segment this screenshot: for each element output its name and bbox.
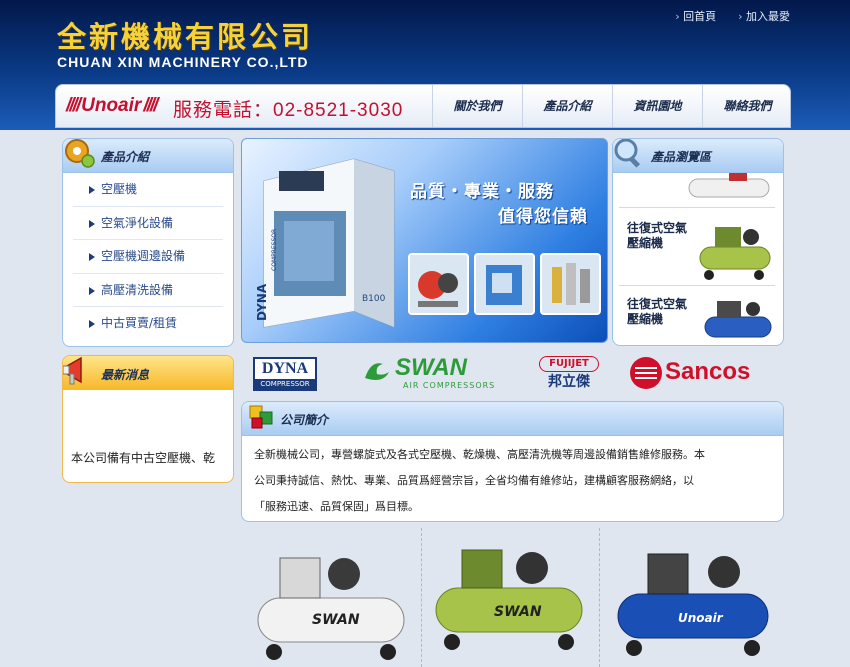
nav-products[interactable]: 產品介紹: [522, 85, 612, 127]
browse-card-1-label: 往復式空氣壓縮機: [627, 221, 688, 250]
dyna-label: DYNA: [255, 283, 269, 321]
dyna-sub-label: COMPRESSOR: [271, 229, 278, 271]
add-favorite-link[interactable]: 加入最愛: [738, 8, 790, 24]
intro-line-1: 全新機械公司，專營螺旋式及各式空壓機、乾燥機、高壓清洗機等周邊設備銷售維修服務。…: [254, 448, 705, 461]
dyna-logo-sub: COMPRESSOR: [255, 379, 315, 389]
company-intro-text: 全新機械公司，專營螺旋式及各式空壓機、乾燥機、高壓清洗機等周邊設備銷售維修服務。…: [242, 436, 783, 521]
browse-card-1[interactable]: 往復式空氣壓縮機: [619, 211, 775, 286]
swan-bird-icon: [365, 363, 389, 380]
company-intro-box: 公司簡介 全新機械公司，專營螺旋式及各式空壓機、乾燥機、高壓清洗機等周邊設備銷售…: [241, 401, 784, 522]
top-links: 回首頁 加入最愛: [675, 8, 790, 24]
intro-line-2: 公司秉持誠信、熱忱、專業、品質爲經營宗旨，全省均備有維修站，建構顧客服務網絡，以: [254, 474, 694, 487]
product-tile-3[interactable]: Unoair: [604, 528, 782, 667]
fujijet-logo-text: FUJIJET: [539, 356, 599, 372]
nav-menu: 關於我們 產品介紹 資訊園地 聯絡我們: [432, 85, 792, 127]
banner-tagline-2: 值得您信賴: [498, 207, 588, 227]
products-menu-title: 產品介紹: [101, 150, 150, 164]
product-2-brand: SWAN: [494, 604, 542, 620]
intro-line-3: 「服務迅速、品質保固」爲目標。: [254, 500, 419, 513]
browse-card-2[interactable]: 往復式空氣壓縮機: [619, 291, 775, 345]
product-browse-box: 產品瀏覽區 往復式空氣壓縮機 往復式空氣壓縮機: [612, 138, 784, 346]
cubes-icon: [249, 405, 273, 429]
menu-item-peripheral[interactable]: 空壓機週邊設備: [73, 240, 223, 274]
white-compressor-image: SWAN: [257, 557, 405, 660]
sancos-logo-text: Sancos: [665, 358, 751, 385]
compressor-image: DYNA COMPRESSOR B100: [255, 158, 395, 328]
news-text[interactable]: 本公司備有中古空壓機、乾: [71, 449, 215, 466]
product-browse-title: 產品瀏覽區: [651, 150, 712, 164]
compressor-tank-image: [688, 173, 770, 198]
banner-thumb-3[interactable]: [540, 253, 601, 315]
dryer-unit-icon: [486, 265, 522, 305]
banner-thumb-1[interactable]: [408, 253, 469, 315]
company-name-en: CHUAN XIN MACHINERY CO.,LTD: [57, 54, 309, 70]
menu-item-used-rental[interactable]: 中古買賣/租賃: [73, 307, 223, 341]
swan-logo-text: SWAN: [395, 354, 467, 381]
product-3-brand: Unoair: [678, 611, 724, 625]
company-intro-header: 公司簡介: [242, 402, 783, 436]
hero-banner: DYNA COMPRESSOR B100 品質・專業・服務 值得您信賴: [241, 138, 608, 343]
product-1-brand: SWAN: [312, 612, 360, 628]
swan-logo[interactable]: SWAN AIR COMPRESSORS: [361, 354, 501, 394]
blue-compressor-tank-image: Unoair: [617, 553, 769, 656]
menu-item-air-compressor[interactable]: 空壓機: [73, 173, 223, 207]
news-header: 最新消息: [63, 356, 233, 390]
sancos-emblem-icon: [630, 357, 662, 389]
dyna-logo[interactable]: DYNA COMPRESSOR: [253, 357, 317, 391]
fujijet-logo-cn: 邦立傑: [548, 374, 590, 390]
news-box: 最新消息 本公司備有中古空壓機、乾: [62, 355, 234, 483]
menu-item-high-pressure-cleaning[interactable]: 高壓清洗設備: [73, 274, 223, 307]
company-intro-title: 公司簡介: [280, 413, 329, 427]
product-tile-1[interactable]: SWAN: [244, 528, 422, 667]
product-browse-header: 產品瀏覽區: [613, 139, 783, 173]
service-phone: 服務電話：02-8521-3030: [173, 100, 404, 121]
browse-card-partial[interactable]: [619, 173, 775, 208]
gear-icon: [65, 139, 95, 168]
home-link[interactable]: 回首頁: [675, 8, 716, 24]
company-name-cn: 全新機械有限公司: [57, 20, 314, 54]
dyna-logo-text: DYNA: [261, 360, 309, 377]
model-label: B100: [362, 294, 386, 304]
magnifier-icon: [614, 139, 641, 168]
compressor-pump-icon: [418, 271, 458, 307]
main-navbar: ////Unoair//// 服務電話：02-8521-3030 關於我們 產品…: [55, 84, 791, 128]
fujijet-logo[interactable]: FUJIJET 邦立傑: [539, 356, 599, 392]
nav-about[interactable]: 關於我們: [432, 85, 522, 127]
products-menu-header: 產品介紹: [63, 139, 233, 173]
product-tile-2[interactable]: SWAN: [422, 528, 600, 667]
nav-contact[interactable]: 聯絡我們: [702, 85, 792, 127]
filter-parts-icon: [552, 263, 590, 305]
green-compressor-tank-image: SWAN: [435, 549, 583, 650]
blue-compressor-image: [704, 301, 772, 338]
menu-item-air-purification[interactable]: 空氣淨化設備: [73, 207, 223, 240]
products-menu-list: 空壓機 空氣淨化設備 空壓機週邊設備 高壓清洗設備 中古買賣/租賃: [63, 173, 233, 341]
green-compressor-image: [699, 227, 771, 280]
sancos-logo[interactable]: Sancos: [629, 356, 769, 392]
banner-tagline-1: 品質・專業・服務: [410, 182, 554, 202]
banner-thumb-2[interactable]: [474, 253, 535, 315]
brand-logos-row: DYNA COMPRESSOR SWAN AIR COMPRESSORS FUJ…: [241, 350, 786, 398]
news-title: 最新消息: [101, 368, 150, 382]
browse-card-2-label: 往復式空氣壓縮機: [627, 297, 688, 326]
swan-logo-sub: AIR COMPRESSORS: [403, 381, 496, 390]
nav-info[interactable]: 資訊園地: [612, 85, 702, 127]
unoair-brand-logo: ////Unoair////: [66, 95, 158, 116]
megaphone-icon: [63, 356, 82, 385]
products-menu-box: 產品介紹 空壓機 空氣淨化設備 空壓機週邊設備 高壓清洗設備 中古買賣/租賃: [62, 138, 234, 347]
